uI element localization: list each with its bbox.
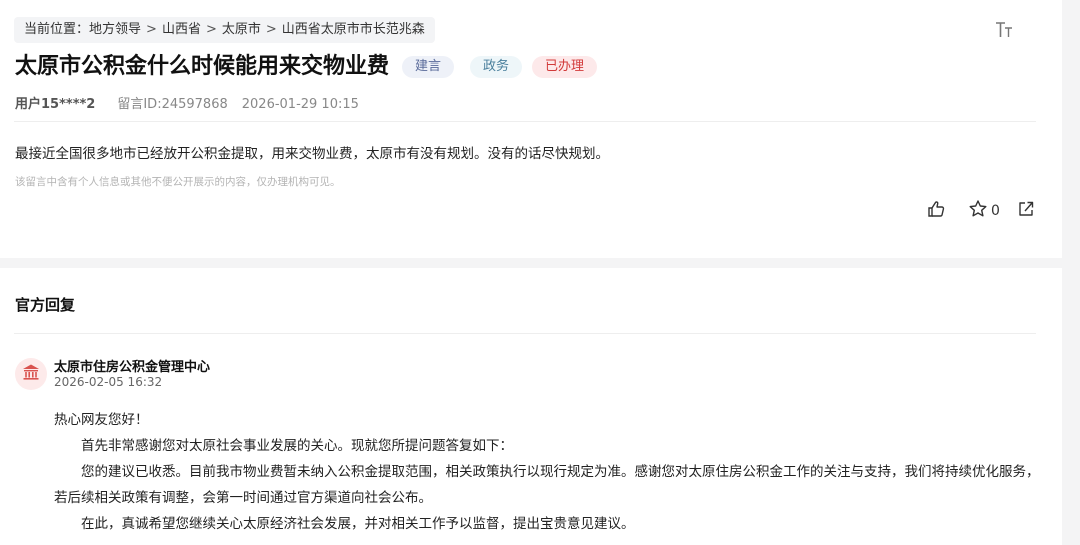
breadcrumb-item-province[interactable]: 山西省 [162,22,201,37]
favorite-count: 0 [991,203,1000,219]
section-title: 官方回复 [15,296,76,314]
breadcrumb-item-city[interactable]: 太原市 [222,22,261,37]
message-meta: 用户15****2 留言ID:24597868 2026-01-29 10:15 [15,95,359,115]
org-name: 太原市住房公积金管理中心 [54,360,211,375]
message-id: 留言ID:24597868 [117,97,228,112]
like-button[interactable] [926,200,946,222]
reply-datetime: 2026-02-05 16:32 [54,375,163,389]
breadcrumb-item-mayor[interactable]: 山西省太原市市长范兆森 [282,22,425,37]
breadcrumb-item-local-leaders[interactable]: 地方领导 [89,22,141,37]
breadcrumb-prefix: 当前位置： [24,22,90,37]
reply-greeting: 热心网友您好！ [54,412,149,428]
status-badge: 已办理 [532,56,598,78]
reply-paragraph: 在此，真诚希望您继续关心太原经济社会发展，并对相关工作予以监督，提出宝贵意见建议… [81,516,635,532]
reply-paragraph: 首先非常感谢您对太原社会事业发展的关心。现就您所提问题答复如下： [81,438,513,454]
official-reply-card: 官方回复 太原市住房公积金管理中心 2026-02-05 16:32 热心网友您… [0,268,1062,545]
breadcrumb-separator: > [265,22,277,37]
divider [14,121,1036,122]
message-card: 当前位置：地方领导 > 山西省 > 太原市 > 山西省太原市市长范兆森 太原市公积金什么时候… [0,0,1062,258]
thumbs-up-icon [926,199,946,223]
reply-body: 热心网友您好！ 首先非常感谢您对太原社会事业发展的关心。现就您所提问题答复如下：… [54,407,1044,537]
government-building-icon [21,362,41,386]
breadcrumb-separator: > [205,22,217,37]
text-size-icon[interactable] [994,20,1014,40]
reply-paragraph: 您的建议已收悉。目前我市物业费暂未纳入公积金提取范围，相关政策执行以现行规定为准… [54,464,1040,506]
message-datetime: 2026-01-29 10:15 [241,97,359,112]
share-button[interactable] [1016,200,1036,222]
favorite-button[interactable]: 0 [968,200,1000,222]
message-content: 最接近全国很多地市已经放开公积金提取，用来交物业费，太原市有没有规划。没有的话尽… [15,146,609,162]
tag-suggestion: 建言 [402,56,455,78]
share-icon [1016,199,1036,223]
breadcrumb: 当前位置：地方领导 > 山西省 > 太原市 > 山西省太原市市长范兆森 [14,17,435,43]
divider [14,333,1036,334]
breadcrumb-separator: > [146,22,157,37]
tag-government-affairs: 政务 [470,56,523,78]
avatar [15,358,47,390]
privacy-note: 该留言中含有个人信息或其他不便公开展示的内容，仅办理机构可见。 [15,176,341,188]
user-name: 用户15****2 [15,97,96,112]
star-icon [968,199,988,223]
message-title: 太原市公积金什么时候能用来交物业费 [15,54,390,79]
